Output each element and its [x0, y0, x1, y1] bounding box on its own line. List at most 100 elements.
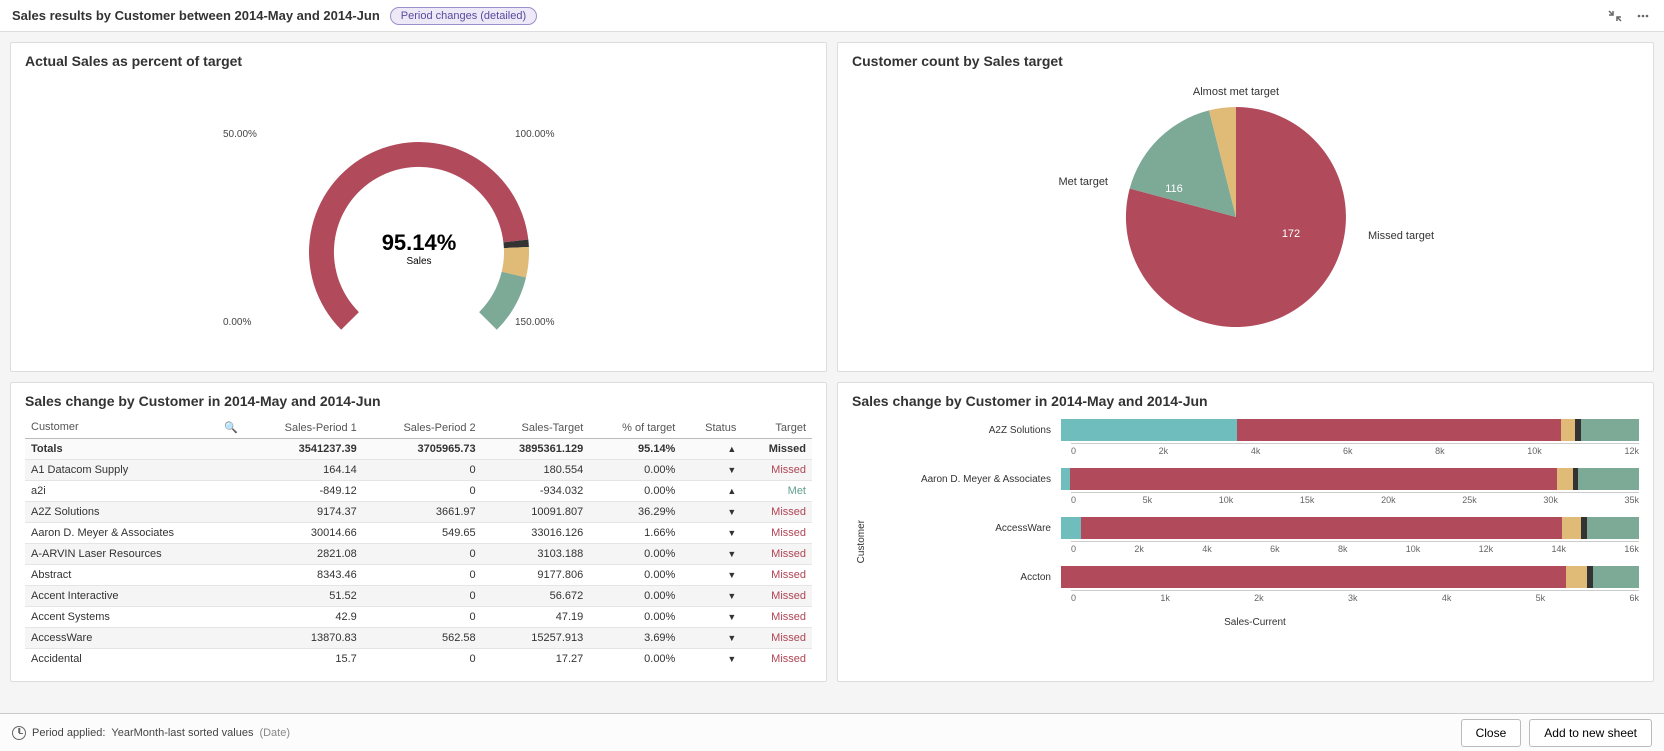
bar-segment — [1061, 419, 1237, 441]
bar-category-label: Aaron D. Meyer & Associates — [871, 474, 1061, 485]
pie-panel[interactable]: Customer count by Sales target 116 172 A… — [837, 42, 1654, 372]
triangle-down-icon — [727, 464, 736, 476]
triangle-down-icon — [727, 590, 736, 602]
th-tgt[interactable]: Target — [742, 417, 812, 439]
bar-y-axis-label: Customer — [852, 520, 871, 563]
bar-tick: 6k — [1270, 544, 1280, 554]
triangle-down-icon — [727, 632, 736, 644]
bar-tick: 8k — [1338, 544, 1348, 554]
bar-axis: 02k4k6k8k10k12k — [1071, 443, 1639, 456]
bar-segment — [1061, 566, 1566, 588]
bar-tick: 5k — [1143, 495, 1153, 505]
more-menu-icon[interactable] — [1634, 7, 1652, 25]
bar-tick: 0 — [1071, 495, 1076, 505]
th-target[interactable]: Sales-Target — [482, 417, 590, 439]
triangle-down-icon — [727, 569, 736, 581]
pie-met-value: 116 — [1165, 183, 1183, 195]
triangle-down-icon — [727, 506, 736, 518]
table-totals-row: Totals3541237.393705965.733895361.12995.… — [25, 439, 812, 460]
bar-axis: 02k4k6k8k10k12k14k16k — [1071, 541, 1639, 554]
th-p2[interactable]: Sales-Period 2 — [363, 417, 482, 439]
bar-segment — [1081, 517, 1562, 539]
bar-tick: 4k — [1251, 446, 1261, 456]
th-pct[interactable]: % of target — [589, 417, 681, 439]
gauge-tick-50: 50.00% — [223, 129, 257, 140]
table-row[interactable]: A2Z Solutions9174.373661.9710091.80736.2… — [25, 502, 812, 523]
pie-title: Customer count by Sales target — [852, 53, 1639, 69]
bar-axis: 05k10k15k20k25k30k35k — [1071, 492, 1639, 505]
bar-category-label: Accton — [871, 572, 1061, 583]
bar-track — [1061, 419, 1639, 441]
bar-tick: 6k — [1343, 446, 1353, 456]
bar-panel[interactable]: Sales change by Customer in 2014-May and… — [837, 382, 1654, 682]
bar-segment — [1587, 517, 1639, 539]
bar-tick: 12k — [1479, 544, 1494, 554]
bar-track — [1061, 517, 1639, 539]
bar-row: Accton01k2k3k4k5k6k — [871, 564, 1639, 603]
footer-actions: Close Add to new sheet — [1461, 719, 1652, 747]
bar-tick: 14k — [1552, 544, 1567, 554]
bar-tick: 4k — [1442, 593, 1452, 603]
bar-tick: 30k — [1543, 495, 1558, 505]
gauge-tick-150: 150.00% — [515, 317, 554, 328]
table-row[interactable]: Aaron D. Meyer & Associates30014.66549.6… — [25, 523, 812, 544]
bar-tick: 0 — [1071, 544, 1076, 554]
page-title: Sales results by Customer between 2014-M… — [12, 8, 380, 23]
th-status[interactable]: Status — [681, 417, 742, 439]
bar-category-label: AccessWare — [871, 523, 1061, 534]
table-row[interactable]: a2i-849.120-934.0320.00%Met — [25, 481, 812, 502]
bar-tick: 25k — [1462, 495, 1477, 505]
bar-tick: 10k — [1219, 495, 1234, 505]
bar-tick: 2k — [1134, 544, 1144, 554]
bar-tick: 15k — [1300, 495, 1315, 505]
table-row[interactable]: AccessWare13870.83562.5815257.9133.69%Mi… — [25, 628, 812, 649]
gauge-chart: 95.14% Sales 0.00% 50.00% 100.00% 150.00… — [25, 77, 812, 347]
footer-label: Period applied: — [32, 727, 105, 739]
triangle-down-icon — [727, 527, 736, 539]
th-p1[interactable]: Sales-Period 1 — [244, 417, 363, 439]
period-changes-badge[interactable]: Period changes (detailed) — [390, 7, 537, 25]
table-row[interactable]: A1 Datacom Supply164.140180.5540.00%Miss… — [25, 460, 812, 481]
bar-tick: 12k — [1624, 446, 1639, 456]
pie-chart: 116 172 Almost met target Met target Mis… — [852, 77, 1639, 337]
table-row[interactable]: A-ARVIN Laser Resources2821.0803103.1880… — [25, 544, 812, 565]
gauge-tick-100: 100.00% — [515, 129, 554, 140]
bar-row: AccessWare02k4k6k8k10k12k14k16k — [871, 515, 1639, 554]
table-panel[interactable]: Sales change by Customer in 2014-May and… — [10, 382, 827, 682]
footer-value: YearMonth-last sorted values — [111, 727, 253, 739]
table-row[interactable]: Accent Systems42.9047.190.00%Missed — [25, 607, 812, 628]
search-icon[interactable]: 🔍 — [224, 421, 238, 434]
pie-met-label: Met target — [1058, 176, 1108, 188]
bar-tick: 6k — [1629, 593, 1639, 603]
bar-segment — [1237, 419, 1561, 441]
sales-table: Customer🔍 Sales-Period 1 Sales-Period 2 … — [25, 417, 812, 667]
bar-tick: 2k — [1254, 593, 1264, 603]
triangle-up-icon — [727, 443, 736, 455]
gauge-title: Actual Sales as percent of target — [25, 53, 812, 69]
bar-tick: 0 — [1071, 593, 1076, 603]
bar-segment — [1566, 566, 1587, 588]
bar-segment — [1562, 517, 1581, 539]
add-to-sheet-button[interactable]: Add to new sheet — [1529, 719, 1652, 747]
collapse-icon[interactable] — [1606, 7, 1624, 25]
table-row[interactable]: Abstract8343.4609177.8060.00%Missed — [25, 565, 812, 586]
close-button[interactable]: Close — [1461, 719, 1522, 747]
footer-dim: (Date) — [259, 727, 290, 739]
bar-tick: 3k — [1348, 593, 1358, 603]
table-row[interactable]: Accidental15.7017.270.00%Missed — [25, 649, 812, 668]
bar-tick: 5k — [1536, 593, 1546, 603]
bar-tick: 4k — [1202, 544, 1212, 554]
bar-tick: 2k — [1159, 446, 1169, 456]
bar-tick: 8k — [1435, 446, 1445, 456]
footer-period: Period applied: YearMonth-last sorted va… — [12, 726, 290, 740]
gauge-tick-0: 0.00% — [223, 317, 251, 328]
bar-track — [1061, 468, 1639, 490]
table-scroll[interactable]: Customer🔍 Sales-Period 1 Sales-Period 2 … — [25, 417, 812, 667]
bar-segment — [1578, 468, 1639, 490]
th-customer[interactable]: Customer🔍 — [25, 417, 244, 439]
clock-icon — [12, 726, 26, 740]
table-row[interactable]: Accent Interactive51.52056.6720.00%Misse… — [25, 586, 812, 607]
pie-missed-value: 172 — [1281, 228, 1299, 240]
gauge-panel[interactable]: Actual Sales as percent of target 95.14%… — [10, 42, 827, 372]
bar-title: Sales change by Customer in 2014-May and… — [852, 393, 1639, 409]
